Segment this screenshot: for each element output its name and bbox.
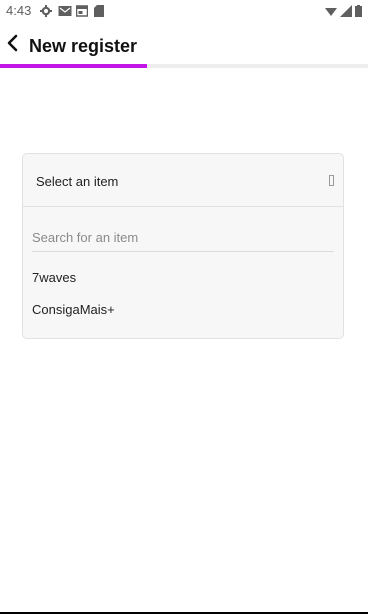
progress-bar <box>0 64 368 68</box>
search-input[interactable] <box>32 223 334 252</box>
item-dropdown: Select an item 7waves ConsigaMais+ <box>22 153 344 339</box>
signal-icon <box>340 4 352 17</box>
page-title: New register <box>29 36 138 56</box>
dropdown-option[interactable]: ConsigaMais+ <box>32 302 115 317</box>
dropdown-label: Select an item <box>36 174 119 189</box>
chevron-left-icon <box>7 34 18 52</box>
calendar-icon <box>75 4 89 17</box>
status-left-icons <box>40 4 106 17</box>
dropdown-toggle[interactable]: Select an item <box>23 154 343 207</box>
dropdown-caret-icon <box>329 175 334 186</box>
sdcard-icon <box>94 4 106 17</box>
gear-icon <box>40 4 52 17</box>
app-bar: New register <box>0 22 368 64</box>
status-time: 4:43 <box>6 3 32 18</box>
battery-icon <box>355 4 362 17</box>
progress-bar-fill <box>0 64 148 68</box>
mail-icon <box>58 4 72 16</box>
wifi-icon <box>325 4 337 16</box>
status-right-icons <box>325 4 362 17</box>
status-bar: 4:43 <box>0 0 368 22</box>
dropdown-option[interactable]: 7waves <box>32 270 76 285</box>
back-button[interactable] <box>4 34 22 52</box>
